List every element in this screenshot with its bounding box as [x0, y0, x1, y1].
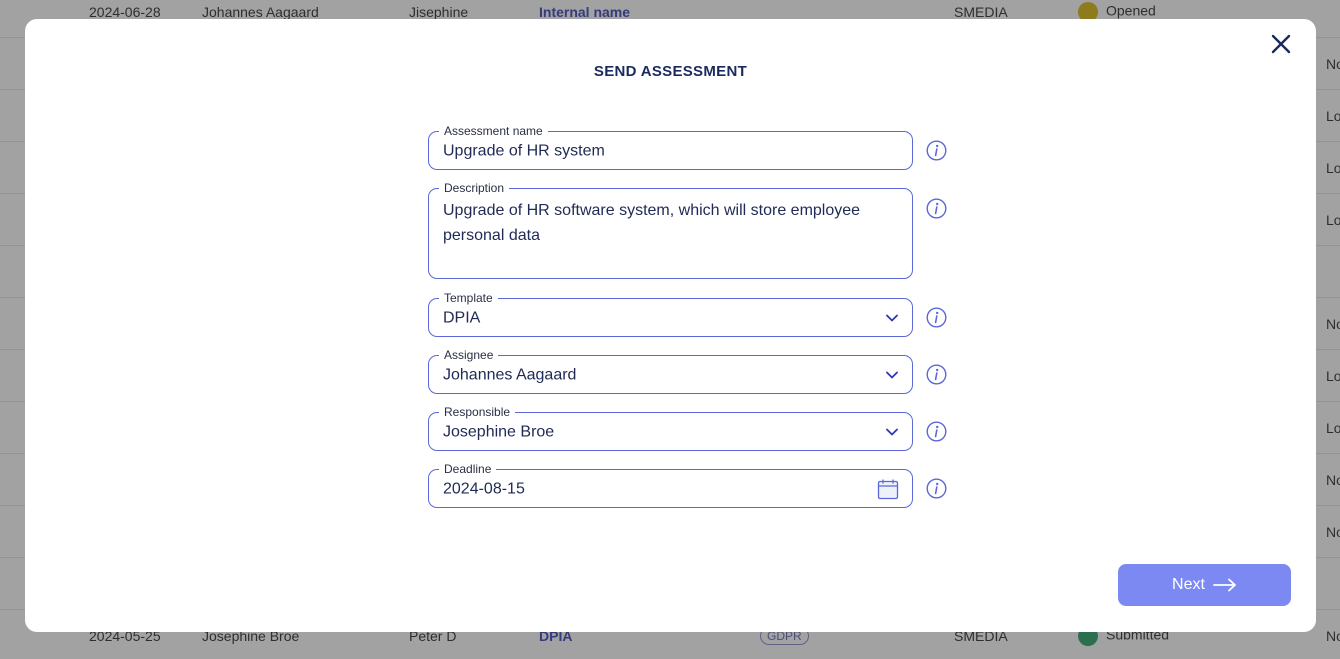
assessment-name-field[interactable]: Assessment name Upgrade of HR system — [428, 123, 913, 170]
next-button-label: Next — [1172, 576, 1205, 593]
template-label: Template — [439, 290, 498, 306]
template-select[interactable]: Template DPIA — [428, 290, 913, 337]
close-icon — [1271, 34, 1291, 54]
calendar-icon[interactable] — [877, 478, 899, 500]
assignee-select[interactable]: Assignee Johannes Aagaard — [428, 347, 913, 394]
assessment-name-input[interactable]: Upgrade of HR system — [443, 138, 605, 163]
info-icon[interactable] — [926, 478, 947, 499]
info-icon[interactable] — [926, 140, 947, 161]
info-icon[interactable] — [926, 307, 947, 328]
responsible-label: Responsible — [439, 404, 516, 420]
deadline-label: Deadline — [439, 461, 497, 477]
info-icon[interactable] — [926, 198, 947, 219]
chevron-down-icon — [886, 371, 898, 378]
description-label: Description — [439, 180, 510, 196]
responsible-value: Josephine Broe — [443, 423, 555, 440]
description-field[interactable]: Description Upgrade of HR software syste… — [428, 180, 913, 279]
arrow-right-icon — [1213, 578, 1236, 592]
responsible-select[interactable]: Responsible Josephine Broe — [428, 404, 913, 451]
next-button[interactable]: Next — [1118, 564, 1291, 606]
send-assessment-dialog: SEND ASSESSMENT Assessment name Upgrade … — [25, 19, 1316, 632]
description-textarea[interactable]: Upgrade of HR software system, which wil… — [443, 198, 883, 248]
assessment-name-label: Assessment name — [439, 123, 548, 139]
assignee-label: Assignee — [439, 347, 499, 363]
chevron-down-icon — [886, 428, 898, 435]
info-icon[interactable] — [926, 364, 947, 385]
close-button[interactable] — [1268, 31, 1294, 57]
info-icon[interactable] — [926, 421, 947, 442]
assignee-value: Johannes Aagaard — [443, 366, 577, 383]
deadline-input[interactable]: 2024-08-15 — [443, 476, 525, 501]
deadline-field[interactable]: Deadline 2024-08-15 — [428, 461, 913, 508]
dialog-title: SEND ASSESSMENT — [593, 63, 748, 80]
template-value: DPIA — [443, 309, 481, 326]
chevron-down-icon — [886, 314, 898, 321]
